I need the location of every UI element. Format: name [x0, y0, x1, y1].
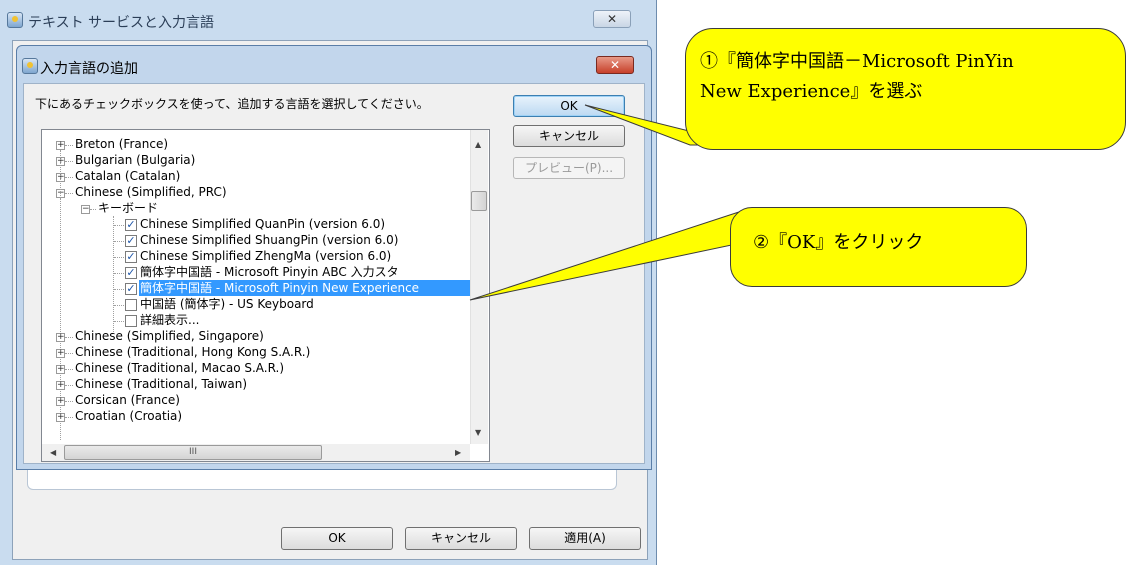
callout-step1-line1: ①『簡体字中国語－Microsoft PinYin: [700, 51, 1014, 72]
callout-step2-text: ②『OK』をクリック: [753, 232, 924, 253]
callout-step2: ②『OK』をクリック: [730, 207, 1027, 287]
callout-step1-line2: New Experience』を選ぶ: [700, 81, 923, 102]
callout-step1: ①『簡体字中国語－Microsoft PinYin New Experience…: [685, 28, 1126, 150]
